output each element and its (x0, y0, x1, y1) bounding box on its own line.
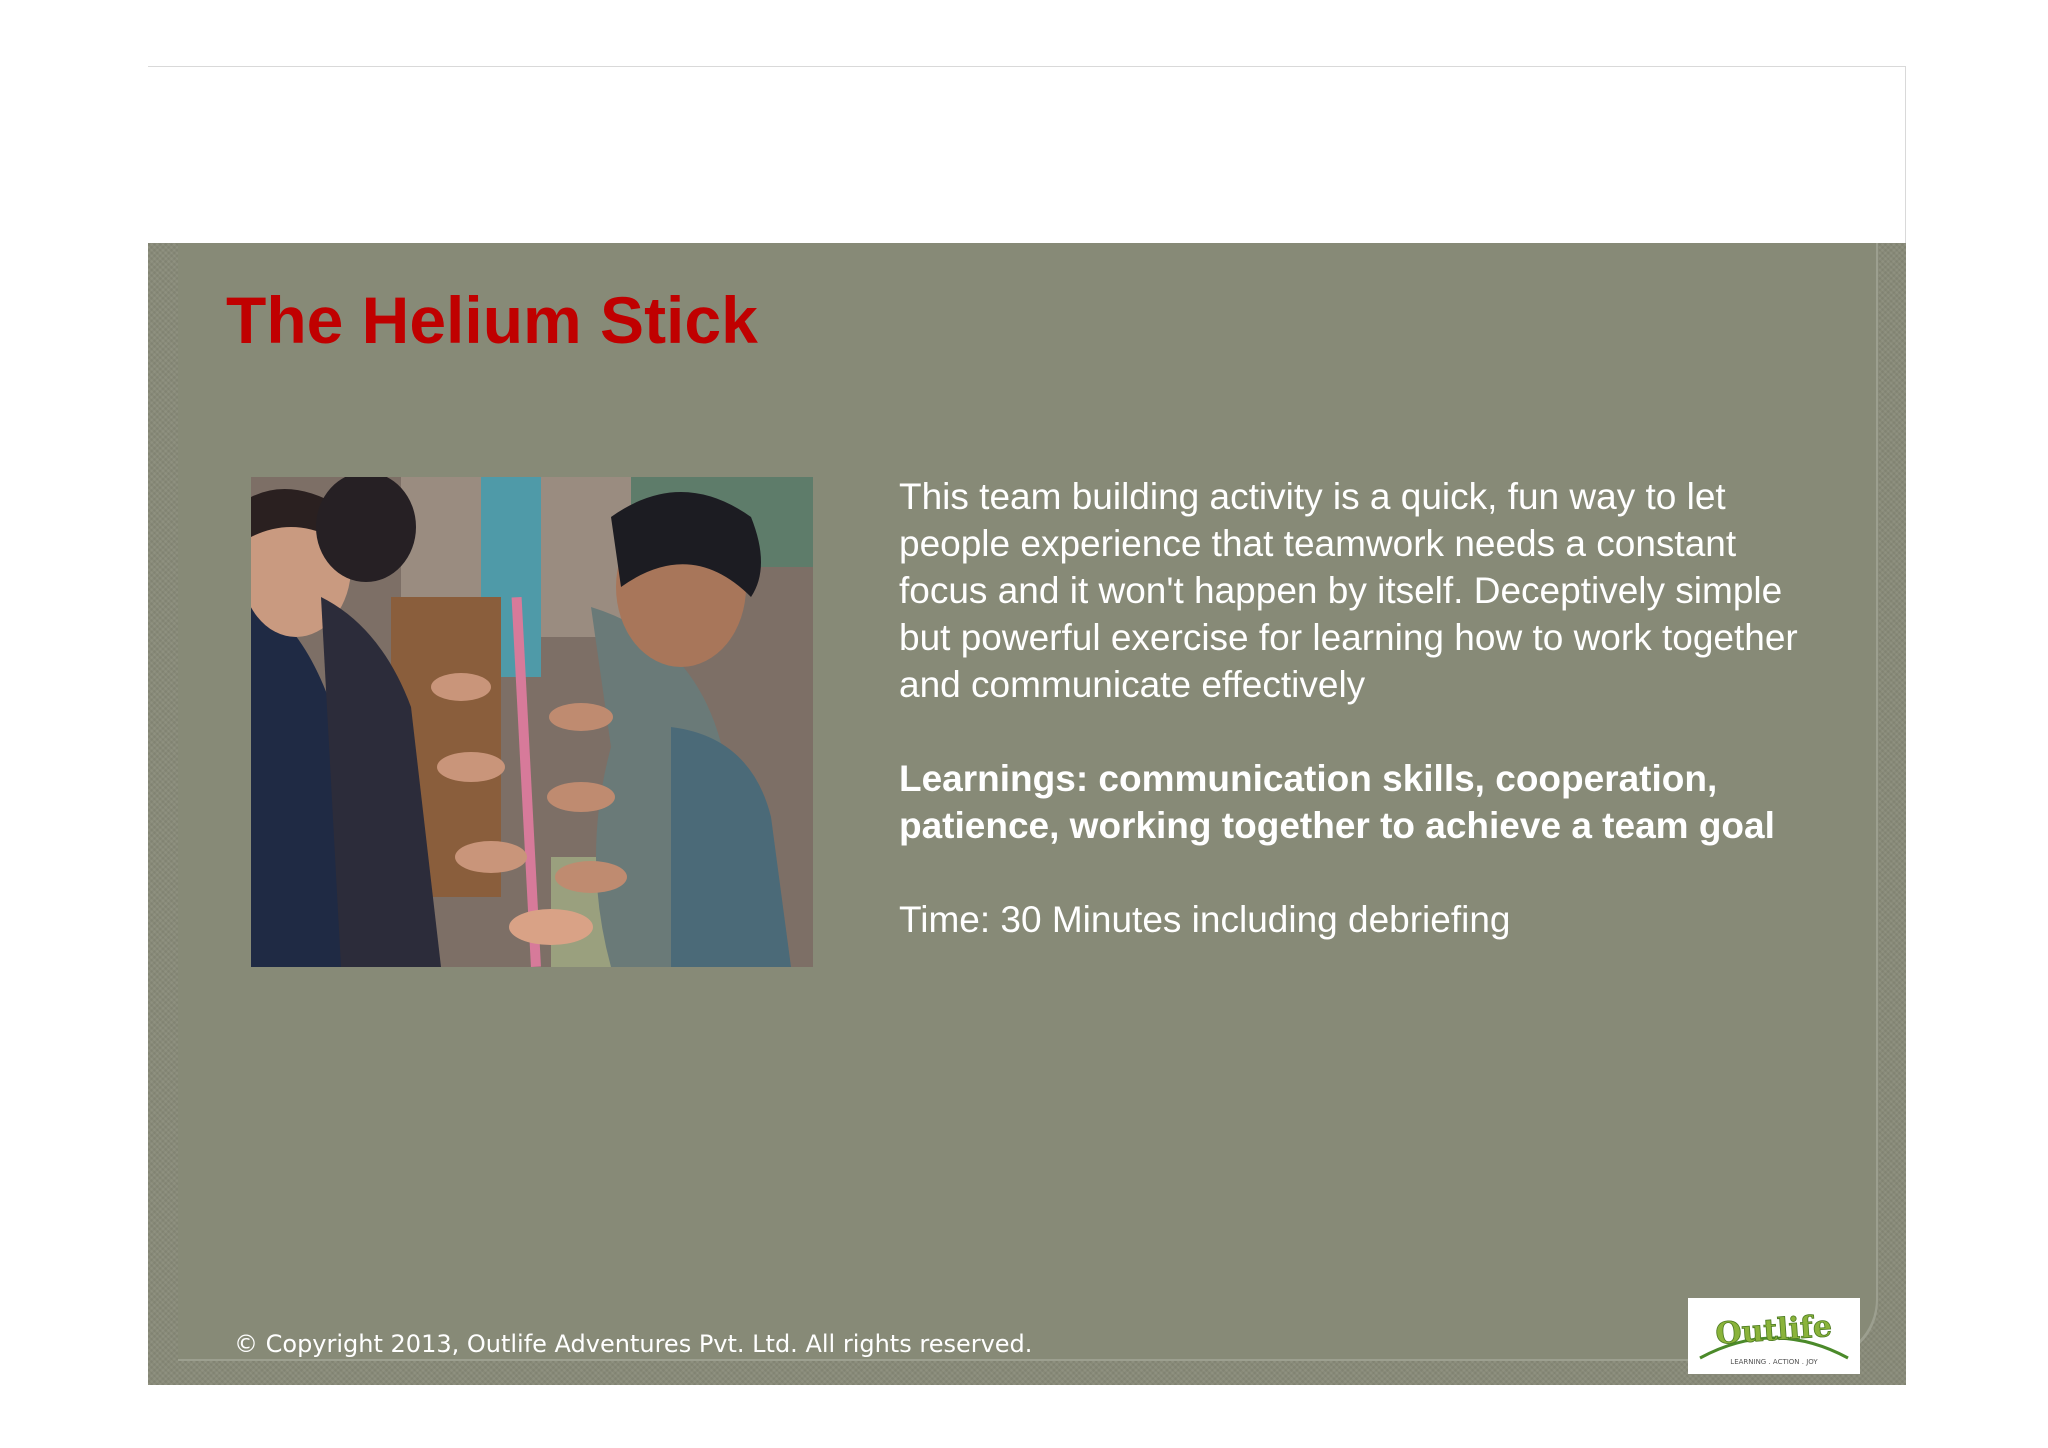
right-divider (1905, 66, 1906, 244)
slide-title: The Helium Stick (226, 283, 758, 357)
learnings-text: Learnings: communication skills, coopera… (899, 758, 1775, 846)
activity-description: This team building activity is a quick, … (899, 476, 1798, 705)
slide: The Helium Stick This team building acti… (148, 243, 1906, 1385)
outlife-logo: Outlife LEARNING . ACTION . JOY (1688, 1298, 1860, 1374)
svg-text:LEARNING . ACTION . JOY: LEARNING . ACTION . JOY (1730, 1358, 1818, 1366)
slide-body: This team building activity is a quick, … (899, 473, 1819, 943)
time-text: Time: 30 Minutes including debriefing (899, 899, 1511, 940)
activity-photo (251, 477, 813, 967)
page: The Helium Stick This team building acti… (0, 0, 2048, 1448)
top-divider (148, 66, 1906, 67)
copyright-footer: © Copyright 2013, Outlife Adventures Pvt… (234, 1330, 1033, 1358)
